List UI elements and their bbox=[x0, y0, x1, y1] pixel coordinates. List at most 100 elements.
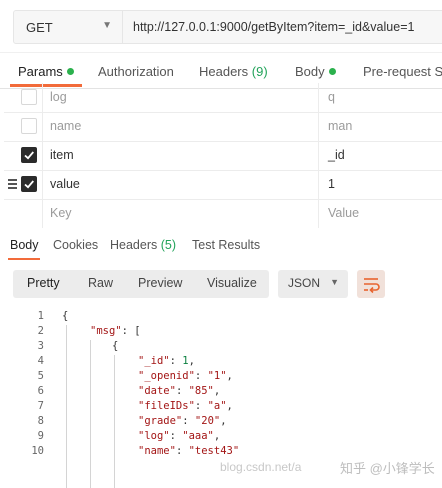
code-line: "_openid": "1", bbox=[138, 370, 233, 382]
tab-body[interactable]: Body bbox=[295, 64, 336, 79]
divider bbox=[318, 83, 319, 112]
chevron-down-icon: ▼ bbox=[102, 20, 112, 31]
param-row: item _id bbox=[4, 141, 442, 171]
tab-authorization[interactable]: Authorization bbox=[98, 64, 174, 79]
format-label: JSON bbox=[288, 276, 321, 290]
param-checkbox[interactable] bbox=[21, 176, 37, 192]
tab-cookies[interactable]: Cookies bbox=[53, 238, 98, 252]
param-key[interactable]: name bbox=[50, 119, 81, 133]
tab-params-label: Params bbox=[18, 64, 63, 79]
divider bbox=[42, 170, 43, 199]
json-punct: , bbox=[213, 385, 221, 397]
code-line: "date": "85", bbox=[138, 385, 220, 397]
view-mode-group: Pretty Raw Preview Visualize bbox=[13, 270, 269, 298]
line-number: 7 bbox=[37, 400, 44, 412]
response-tabs: Body Cookies Headers (5) Test Results bbox=[0, 234, 442, 262]
json-key: "msg" bbox=[90, 325, 122, 337]
indent-guide bbox=[66, 325, 67, 488]
json-punct: : bbox=[169, 355, 183, 367]
json-value: "20" bbox=[194, 415, 221, 427]
param-key[interactable]: value bbox=[50, 177, 80, 191]
status-dot-icon bbox=[328, 68, 336, 75]
response-toolbar: Pretty Raw Preview Visualize JSON ▼ bbox=[0, 268, 442, 300]
json-punct: , bbox=[220, 415, 227, 427]
view-pretty-button[interactable]: Pretty bbox=[27, 276, 60, 290]
status-dot-icon bbox=[66, 68, 74, 75]
tab-response-body-label: Body bbox=[10, 238, 39, 252]
code-line: { bbox=[62, 310, 69, 322]
divider bbox=[318, 170, 319, 199]
watermark-brand: 知乎 @小锋学长 bbox=[340, 461, 435, 476]
json-punct: , bbox=[188, 355, 195, 367]
code-line: "grade": "20", bbox=[138, 415, 227, 427]
code-line: "_id": 1, bbox=[138, 355, 195, 367]
tab-response-headers-label: Headers bbox=[110, 238, 158, 252]
param-checkbox[interactable] bbox=[21, 89, 37, 105]
view-preview-button[interactable]: Preview bbox=[138, 276, 182, 290]
line-number: 8 bbox=[37, 415, 44, 427]
param-row: value 1 bbox=[4, 170, 442, 200]
tab-prerequest-label: Pre-request Scr bbox=[363, 64, 442, 79]
json-key: "grade" bbox=[138, 415, 183, 427]
code-line: "fileIDs": "a", bbox=[138, 400, 233, 412]
divider bbox=[318, 199, 319, 228]
json-punct: : bbox=[194, 370, 208, 382]
tab-headers[interactable]: Headers (9) bbox=[199, 64, 268, 79]
code-line: "msg": [ bbox=[90, 325, 141, 337]
divider bbox=[0, 52, 442, 53]
request-url-bar: GET ▼ http://127.0.0.1:9000/getByItem?it… bbox=[0, 0, 442, 52]
view-raw-button[interactable]: Raw bbox=[88, 276, 113, 290]
param-key[interactable]: item bbox=[50, 148, 74, 162]
json-value: "1" bbox=[207, 370, 227, 382]
divider bbox=[42, 199, 43, 228]
json-value: "test43" bbox=[188, 445, 240, 457]
format-select[interactable]: JSON ▼ bbox=[278, 270, 348, 298]
active-tab-indicator bbox=[8, 258, 40, 260]
json-key: "name" bbox=[138, 445, 176, 457]
wrap-lines-button[interactable] bbox=[357, 270, 385, 298]
param-value[interactable]: man bbox=[328, 119, 352, 133]
param-value[interactable]: 1 bbox=[328, 177, 335, 191]
param-value[interactable]: _id bbox=[328, 148, 345, 162]
divider bbox=[42, 141, 43, 170]
drag-handle-icon[interactable] bbox=[8, 179, 17, 191]
value-placeholder[interactable]: Value bbox=[328, 206, 359, 220]
json-punct: : bbox=[169, 430, 183, 442]
checkmark-icon bbox=[24, 151, 34, 160]
tab-prerequest-script[interactable]: Pre-request Scr bbox=[363, 64, 442, 79]
line-number: 1 bbox=[37, 310, 44, 322]
chevron-down-icon: ▼ bbox=[330, 277, 339, 287]
json-punct: , bbox=[213, 430, 221, 442]
param-value[interactable]: q bbox=[328, 90, 335, 104]
tab-authorization-label: Authorization bbox=[98, 64, 174, 79]
json-punct: : bbox=[175, 385, 189, 397]
divider bbox=[42, 83, 43, 112]
json-key: "fileIDs" bbox=[138, 400, 195, 412]
tab-response-headers[interactable]: Headers (5) bbox=[110, 238, 176, 252]
tab-response-body[interactable]: Body bbox=[10, 238, 39, 252]
view-visualize-button[interactable]: Visualize bbox=[207, 276, 257, 290]
json-value: "85" bbox=[188, 385, 214, 397]
code-line: { bbox=[112, 340, 119, 352]
param-key[interactable]: log bbox=[50, 90, 67, 104]
checkmark-icon bbox=[24, 180, 34, 189]
tab-headers-label: Headers bbox=[199, 64, 249, 79]
line-number: 3 bbox=[37, 340, 44, 352]
method-select[interactable]: GET ▼ bbox=[13, 10, 123, 44]
param-checkbox[interactable] bbox=[21, 147, 37, 163]
param-checkbox[interactable] bbox=[21, 118, 37, 134]
json-value: "aaa" bbox=[182, 430, 214, 442]
line-number: 5 bbox=[37, 370, 44, 382]
divider bbox=[318, 112, 319, 141]
tab-params[interactable]: Params bbox=[18, 64, 74, 79]
param-row: name man bbox=[4, 112, 442, 142]
json-key: "_openid" bbox=[138, 370, 195, 382]
url-input[interactable]: http://127.0.0.1:9000/getByItem?item=_id… bbox=[122, 10, 442, 44]
key-placeholder[interactable]: Key bbox=[50, 206, 72, 220]
json-key: "_id" bbox=[138, 355, 170, 367]
json-value: "a" bbox=[207, 400, 227, 412]
tab-test-results[interactable]: Test Results bbox=[192, 238, 260, 252]
tab-headers-count: (9) bbox=[251, 64, 268, 79]
indent-guide bbox=[90, 340, 91, 488]
tab-cookies-label: Cookies bbox=[53, 238, 99, 252]
